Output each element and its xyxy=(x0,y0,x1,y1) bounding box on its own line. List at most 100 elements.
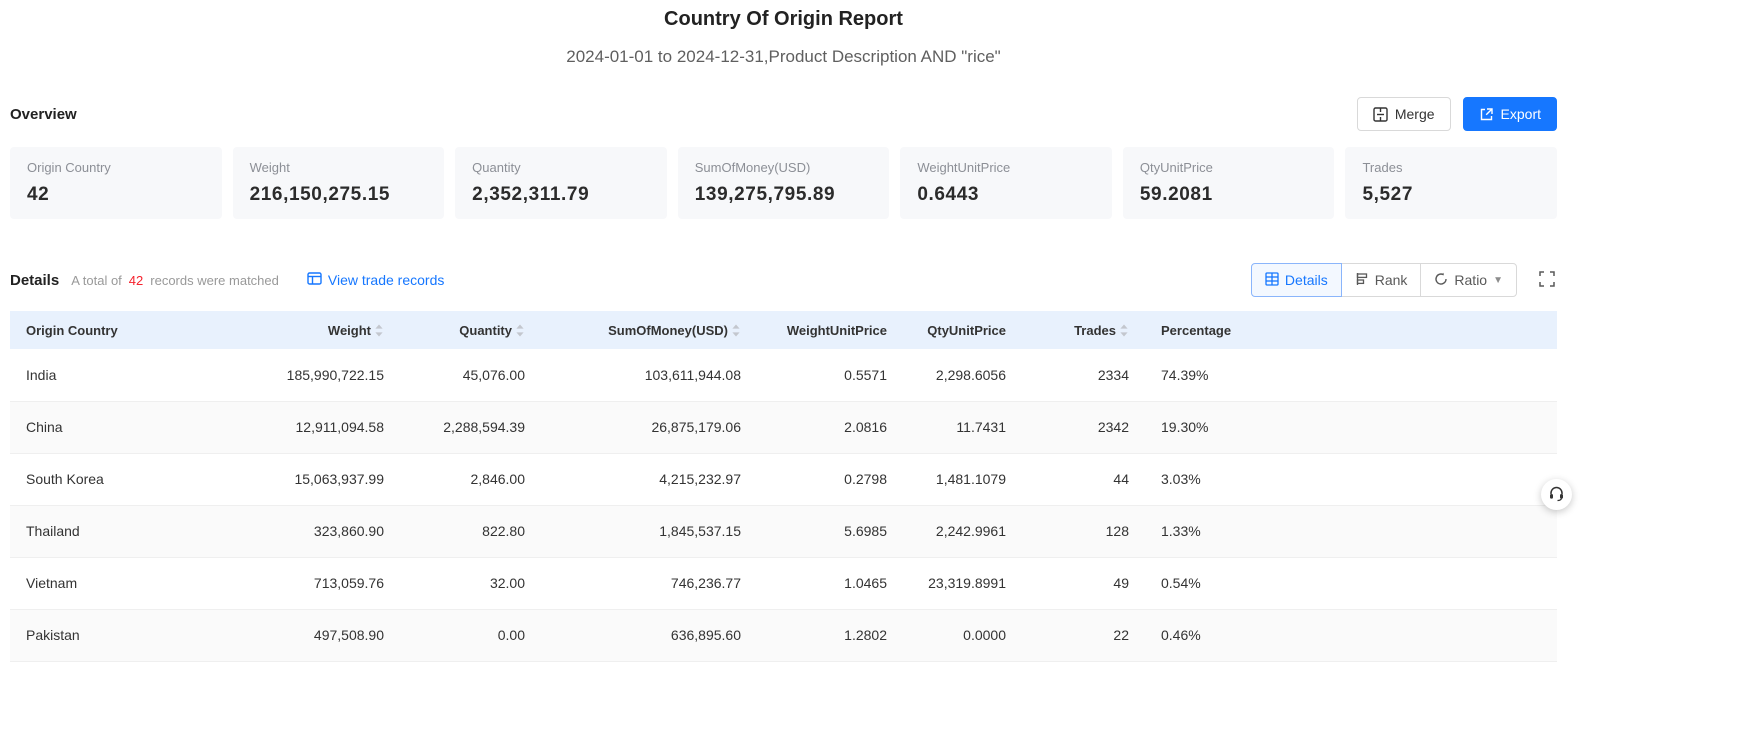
total-prefix: A total of xyxy=(71,272,122,288)
column-header-weightunitprice: WeightUnitPrice xyxy=(757,311,903,349)
details-table: Origin Country Weight Quantity SumOfMoney(U… xyxy=(10,311,1557,662)
table-cell: 5.6985 xyxy=(757,505,903,558)
table-cell: 12,911,094.58 xyxy=(266,401,400,454)
table-cell: 0.2798 xyxy=(757,453,903,506)
table-cell: 26,875,179.06 xyxy=(541,401,757,454)
column-label: Quantity xyxy=(459,322,512,338)
report-page: Country Of Origin Report 2024-01-01 to 2… xyxy=(10,0,1558,662)
column-label: WeightUnitPrice xyxy=(786,322,887,338)
table-cell: 0.00 xyxy=(400,609,541,662)
table-cell: 323,860.90 xyxy=(266,505,400,558)
column-label: QtyUnitPrice xyxy=(927,322,1006,338)
table-cell: 636,895.60 xyxy=(541,609,757,662)
stat-card-value: 5,527 xyxy=(1362,184,1414,205)
export-button-label: Export xyxy=(1500,106,1541,122)
rank-view-button[interactable]: Rank xyxy=(1340,263,1422,297)
fullscreen-icon xyxy=(1539,270,1555,290)
column-header-weight[interactable]: Weight xyxy=(266,311,400,349)
details-bar: Details A total of 42 records were match… xyxy=(10,263,1557,297)
table-cell: 74.39% xyxy=(1145,349,1557,402)
ratio-view-label: Ratio xyxy=(1454,272,1488,288)
overview-actions: Merge Export xyxy=(1356,97,1557,131)
stat-card-label: Origin Country xyxy=(27,160,111,175)
details-view-button[interactable]: Details xyxy=(1250,263,1342,297)
column-header-sumofmoney-usd-[interactable]: SumOfMoney(USD) xyxy=(541,311,757,349)
table-cell: 2334 xyxy=(1022,349,1145,402)
column-header-quantity[interactable]: Quantity xyxy=(400,311,541,349)
table-cell: 0.0000 xyxy=(903,609,1022,662)
support-button[interactable] xyxy=(1541,479,1572,510)
table-cell: 2,288,594.39 xyxy=(400,401,541,454)
trade-records-icon xyxy=(307,272,322,288)
export-button[interactable]: Export xyxy=(1462,97,1557,131)
table-cell: 23,319.8991 xyxy=(903,557,1022,610)
table-row: Vietnam 713,059.76 32.00 746,236.77 1.0465 23… xyxy=(10,557,1557,610)
view-trade-records-label: View trade records xyxy=(327,272,445,288)
stat-card-sum-of-money: SumOfMoney(USD) 139,275,795.89 xyxy=(677,147,890,219)
export-icon xyxy=(1479,107,1494,122)
table-cell: 49 xyxy=(1022,557,1145,610)
stat-card-value: 216,150,275.15 xyxy=(249,184,391,205)
view-trade-records-link[interactable]: View trade records xyxy=(307,272,444,288)
stat-card-trades: Trades 5,527 xyxy=(1345,147,1558,219)
details-view-icon xyxy=(1265,271,1279,289)
matched-count: 42 xyxy=(128,272,144,288)
table-cell: 497,508.90 xyxy=(266,609,400,662)
table-cell: 2,846.00 xyxy=(400,453,541,506)
table-row: China 12,911,094.58 2,288,594.39 26,875,179… xyxy=(10,401,1557,454)
rank-view-label: Rank xyxy=(1374,272,1408,288)
stat-card-label: Weight xyxy=(249,160,290,175)
table-cell: 2,298.6056 xyxy=(903,349,1022,402)
stat-card-value: 42 xyxy=(27,184,50,205)
total-suffix: records were matched xyxy=(150,272,279,288)
stat-card-value: 139,275,795.89 xyxy=(694,184,836,205)
table-row: South Korea 15,063,937.99 2,846.00 4,215,23… xyxy=(10,453,1557,506)
column-label: SumOfMoney(USD) xyxy=(608,322,728,338)
report-header: Country Of Origin Report 2024-01-01 to 2… xyxy=(10,8,1557,67)
table-cell: 713,059.76 xyxy=(266,557,400,610)
report-subtitle: 2024-01-01 to 2024-12-31,Product Descrip… xyxy=(566,47,1001,66)
table-cell: 2342 xyxy=(1022,401,1145,454)
column-label: Trades xyxy=(1074,322,1116,338)
overview-section-label: Overview xyxy=(10,105,77,123)
overview-cards: Origin Country 42 Weight 216,150,275.15 … xyxy=(10,147,1558,219)
table-cell: China xyxy=(10,401,266,454)
table-row: Thailand 323,860.90 822.80 1,845,537.15 5.69… xyxy=(10,505,1557,558)
table-cell: 44 xyxy=(1022,453,1145,506)
column-label: Percentage xyxy=(1161,322,1232,338)
sort-icon[interactable] xyxy=(1119,323,1129,338)
table-cell: 1.2802 xyxy=(757,609,903,662)
table-cell: 2,242.9961 xyxy=(903,505,1022,558)
page-title: Country Of Origin Report xyxy=(664,8,903,30)
details-view-controls: Details Rank Ratio ▼ xyxy=(1250,263,1557,297)
sort-icon[interactable] xyxy=(731,323,741,338)
column-header-percentage: Percentage xyxy=(1145,311,1557,349)
fullscreen-button[interactable] xyxy=(1537,269,1557,292)
table-cell: 1.0465 xyxy=(757,557,903,610)
headset-icon xyxy=(1548,485,1565,505)
sort-icon[interactable] xyxy=(515,323,525,338)
stat-card-value: 2,352,311.79 xyxy=(472,184,590,205)
details-match-summary: A total of 42 records were matched xyxy=(71,273,279,288)
table-cell: 1,481.1079 xyxy=(903,453,1022,506)
overview-bar: Overview Merge Export xyxy=(10,97,1557,131)
table-cell: 4,215,232.97 xyxy=(541,453,757,506)
column-label: Weight xyxy=(327,322,371,338)
table-cell: 15,063,937.99 xyxy=(266,453,400,506)
table-cell: South Korea xyxy=(10,453,266,506)
sort-icon[interactable] xyxy=(374,323,384,338)
table-cell: 32.00 xyxy=(400,557,541,610)
table-cell: 45,076.00 xyxy=(400,349,541,402)
ratio-view-button[interactable]: Ratio ▼ xyxy=(1420,263,1517,297)
stat-card-label: WeightUnitPrice xyxy=(917,160,1011,175)
column-header-qtyunitprice: QtyUnitPrice xyxy=(903,311,1022,349)
stat-card-value: 0.6443 xyxy=(917,184,980,205)
stat-card-value: 59.2081 xyxy=(1139,184,1213,205)
table-cell: 3.03% xyxy=(1145,453,1557,506)
table-cell: 822.80 xyxy=(400,505,541,558)
column-header-trades[interactable]: Trades xyxy=(1022,311,1145,349)
stat-card-weight-unit-price: WeightUnitPrice 0.6443 xyxy=(900,147,1112,219)
column-label: Origin Country xyxy=(26,322,118,338)
merge-button[interactable]: Merge xyxy=(1356,97,1451,131)
table-cell: 0.46% xyxy=(1145,609,1557,662)
